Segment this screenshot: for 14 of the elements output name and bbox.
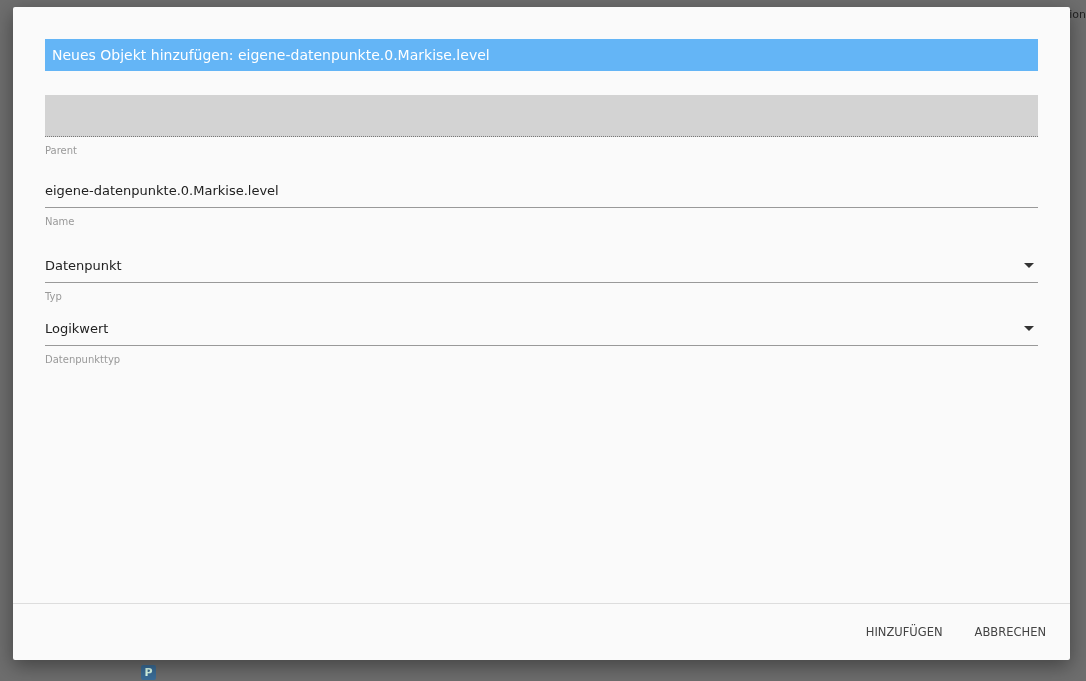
field-label: Name xyxy=(45,216,76,227)
dialog-button[interactable]: HINZUFÜGEN xyxy=(853,619,955,645)
dialog-title: Neues Objekt hinzufügen: eigene-datenpunkte.0.Markise.level xyxy=(45,39,1038,71)
field-label: Typ xyxy=(45,291,63,302)
input-field[interactable]: eigene-datenpunkte.0.Markise.level xyxy=(45,166,1038,208)
field-label: Parent xyxy=(45,145,78,156)
field-label: Datenpunkttyp xyxy=(45,354,122,365)
select-field[interactable]: Logikwert xyxy=(45,304,1038,346)
caret-icon xyxy=(1024,326,1034,331)
parking-badge: P xyxy=(141,665,156,680)
select-field[interactable]: Datenpunkt xyxy=(45,241,1038,283)
column-header: ion xyxy=(1069,8,1086,21)
caret-icon xyxy=(1024,263,1034,268)
dialog-button[interactable]: ABBRECHEN xyxy=(962,619,1058,645)
